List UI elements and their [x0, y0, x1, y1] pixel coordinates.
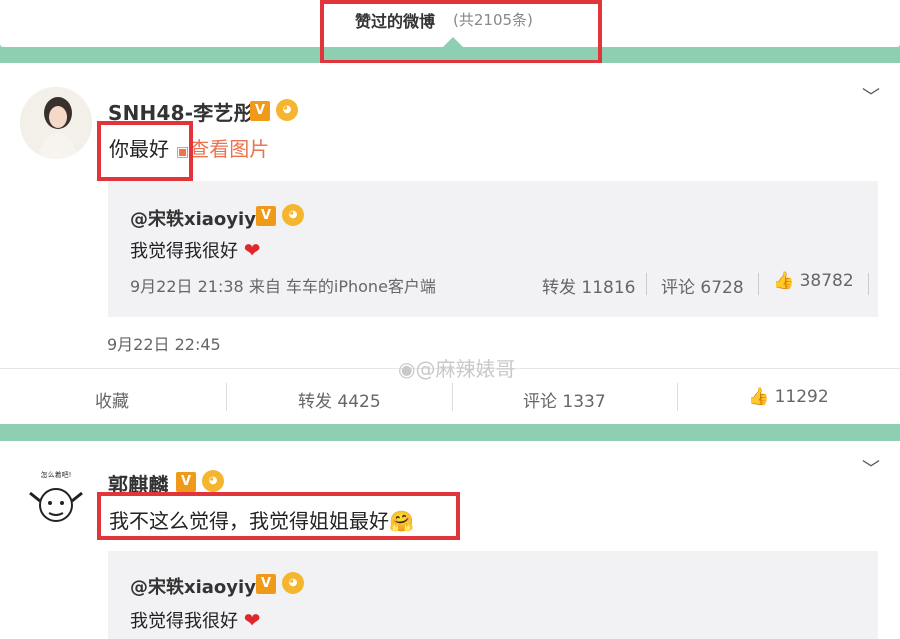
verified-v-icon: V	[256, 206, 276, 226]
member-badge-icon: ◕	[202, 470, 224, 492]
post-timestamp[interactable]: 9月22日 22:45	[107, 331, 221, 355]
like-button[interactable]: 👍 11292	[748, 387, 829, 407]
chevron-down-icon[interactable]: ﹀	[862, 455, 880, 481]
highlight-box-header	[320, 0, 602, 64]
thumbs-up-icon: 👍	[748, 387, 770, 407]
thumbs-up-icon: 👍	[773, 271, 795, 291]
repost-box: @宋轶xiaoyiyi V ◕ 我觉得我很好 ❤	[108, 551, 878, 639]
repost-box: @宋轶xiaoyiyi V ◕ 我觉得我很好 ❤ 9月22日 21:38 来自 …	[108, 181, 878, 317]
repost-meta: 9月22日 21:38 来自 车车的iPhone客户端	[130, 277, 436, 296]
repost-like[interactable]: 👍 38782	[773, 271, 854, 291]
verified-v-icon: V	[176, 472, 196, 492]
verified-v-icon: V	[256, 574, 276, 594]
favorite-button[interactable]: 收藏	[95, 387, 129, 412]
member-badge-icon: ◕	[282, 204, 304, 226]
avatar[interactable]: 怎么着吧!	[20, 463, 92, 535]
watermark: ◉@麻辣婊哥	[398, 357, 516, 381]
repost-username[interactable]: @宋轶xiaoyiyi	[130, 205, 262, 231]
divider	[758, 273, 759, 295]
repost-forward-count[interactable]: 转发 11816	[542, 273, 635, 298]
highlight-box-post-2	[97, 492, 460, 540]
svg-text:怎么着吧!: 怎么着吧!	[41, 470, 72, 479]
forward-button[interactable]: 转发 4425	[298, 387, 381, 412]
divider	[677, 383, 678, 411]
heart-icon: ❤	[243, 608, 261, 632]
weibo-logo-icon: ◉	[398, 357, 416, 381]
highlight-box-post-1	[97, 121, 193, 181]
divider	[646, 273, 647, 295]
repost-comment-count[interactable]: 评论 6728	[661, 273, 744, 298]
repost-username[interactable]: @宋轶xiaoyiyi	[130, 573, 262, 599]
chevron-down-icon[interactable]: ﹀	[862, 83, 880, 109]
avatar[interactable]	[20, 87, 92, 159]
divider	[452, 383, 453, 411]
divider	[868, 273, 869, 295]
member-badge-icon: ◕	[276, 99, 298, 121]
repost-text: 我觉得我很好 ❤	[130, 238, 261, 262]
verified-v-icon: V	[250, 101, 270, 121]
member-badge-icon: ◕	[282, 572, 304, 594]
divider	[226, 383, 227, 411]
comment-button[interactable]: 评论 1337	[523, 387, 606, 412]
post-card: 怎么着吧! 郭麒麟 V ◕ ﹀ 我不这么觉得，我觉得姐姐最好🤗 @宋轶xiaoy…	[0, 441, 900, 639]
heart-icon: ❤	[243, 238, 261, 262]
repost-text: 我觉得我很好 ❤	[130, 608, 261, 632]
